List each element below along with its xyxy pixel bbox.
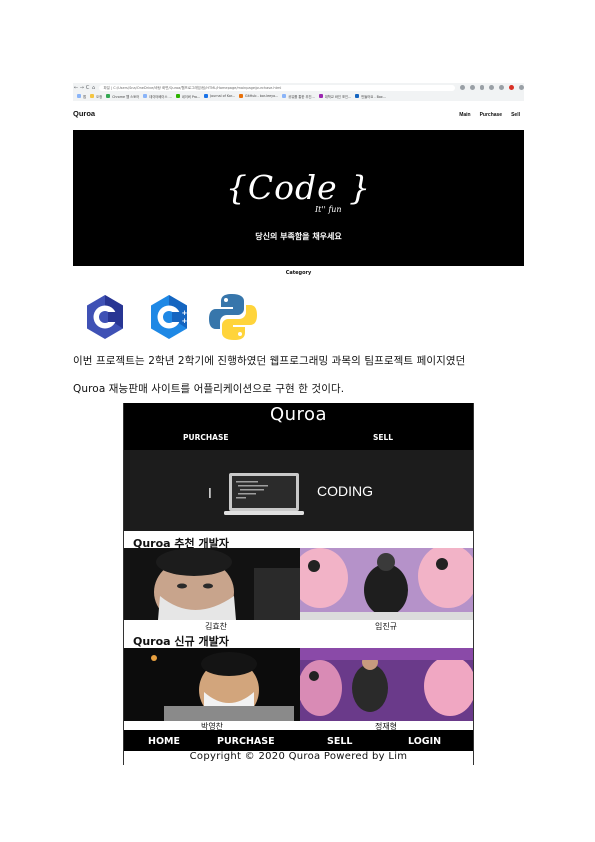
python-logo-icon [209, 294, 257, 340]
bookmark[interactable]: GitHub - bor-leeyo... [239, 94, 278, 98]
tab-sell[interactable]: SELL [373, 433, 393, 442]
bookmark[interactable]: Chrome 웹 스토어 [106, 94, 139, 99]
bookmarks-bar: 앱 오정 Chrome 웹 스토어 데이터베이스 ... 네이버 Pro... … [73, 92, 524, 100]
app-banner: I CODING [124, 450, 473, 531]
github-icon [239, 94, 244, 98]
developer-photo[interactable] [300, 648, 473, 721]
page-icon [318, 94, 323, 98]
cpp-logo-icon: + + [151, 295, 188, 339]
extension-icon[interactable] [469, 85, 475, 90]
bookmark[interactable]: 대학교 바인 포인... [318, 94, 351, 99]
section-title-new: Quroa 신규 개발자 [133, 635, 229, 648]
language-logos: + + [84, 292, 264, 342]
app-bottom-nav: HOME PURCHASE SELL LOGIN [124, 730, 473, 751]
developer-name: 김효찬 [204, 622, 228, 631]
laptop-icon [224, 473, 304, 515]
browser-screenshot: ← → C ⌂ 파일 | C:/Users/Sna/OneDrive/바탕 화면… [73, 83, 524, 276]
svg-text:+: + [182, 317, 188, 325]
copyright-text: Copyright © 2020 Quroa Powered by Lim [189, 751, 408, 762]
profile-avatar[interactable] [509, 85, 515, 90]
bookmark[interactable]: 공유를 통한 추진... [282, 94, 315, 99]
svg-text:+: + [182, 309, 188, 317]
hero-title: {Code } [225, 168, 372, 207]
developer-name: 임진규 [374, 622, 398, 631]
tab-purchase[interactable]: PURCHASE [183, 433, 228, 442]
extension-icon[interactable] [489, 85, 495, 90]
journal-icon [204, 94, 209, 98]
bookmark[interactable]: 데이터베이스 ... [143, 94, 172, 99]
app-header: Quroa PURCHASE SELL [124, 403, 473, 450]
nav-sell[interactable]: Sell [511, 112, 520, 118]
menu-icon[interactable] [519, 85, 524, 90]
bookmark[interactable]: 앱 [77, 94, 86, 99]
page-icon [143, 94, 148, 98]
nav-home[interactable]: HOME [148, 736, 180, 747]
nav-login[interactable]: LOGIN [408, 736, 441, 747]
extension-icon[interactable] [499, 85, 505, 90]
extension-icon[interactable] [479, 85, 485, 90]
hero-banner: {Code } It'' fun 당신의 부족함을 채우세요 [73, 130, 524, 266]
bookmark[interactable]: 만들어요 - Box... [355, 94, 386, 99]
address-bar[interactable]: 파일 | C:/Users/Sna/OneDrive/바탕 화면/Quroa/웹… [99, 84, 455, 91]
developer-photo[interactable] [300, 548, 473, 620]
c-logo-icon [87, 295, 123, 339]
description-line-1: 이번 프로젝트는 2학년 2학기에 진행하였던 웹프로그래밍 과목의 팀프로젝트… [73, 355, 466, 367]
page-icon [282, 94, 287, 98]
banner-coding-text: CODING [317, 483, 373, 499]
folder-icon [90, 94, 95, 98]
nav-purchase[interactable]: Purchase [480, 112, 503, 118]
apps-icon [77, 94, 81, 98]
star-icon[interactable] [459, 85, 465, 90]
hero-subtitle: It'' fun [315, 205, 342, 214]
address-row: ← → C ⌂ 파일 | C:/Users/Sna/OneDrive/바탕 화면… [73, 83, 524, 92]
category-heading: Category [285, 270, 312, 276]
bookmark[interactable]: Journal of Kor... [204, 94, 235, 98]
chrome-store-icon [106, 94, 111, 98]
site-logo[interactable]: Quroa [73, 109, 95, 118]
hero-slogan: 당신의 부족함을 채우세요 [255, 232, 342, 241]
nav-sell[interactable]: SELL [327, 736, 352, 747]
bookmark[interactable]: 네이버 Pro... [175, 94, 200, 99]
nav-main[interactable]: Main [459, 112, 470, 118]
developer-photo[interactable] [124, 548, 300, 620]
description-line-2: Quroa 재능판매 사이트를 어플리케이션으로 구현 한 것이다. [73, 383, 345, 395]
site-nav-links: Main Purchase Sell [459, 112, 520, 118]
developer-photo[interactable] [124, 648, 300, 721]
nav-purchase[interactable]: PURCHASE [217, 736, 275, 747]
browser-chrome: ← → C ⌂ 파일 | C:/Users/Sna/OneDrive/바탕 화면… [73, 83, 524, 101]
bookmark[interactable]: 오정 [90, 94, 102, 99]
home-icon[interactable]: ⌂ [91, 85, 97, 91]
app-screenshot: Quroa PURCHASE SELL I CODING Quroa 추천 개발… [123, 403, 474, 765]
site-navbar: Quroa Main Purchase Sell [73, 103, 524, 127]
app-title: Quroa [269, 404, 328, 425]
banner-i-text: I [208, 487, 212, 502]
page-icon [355, 94, 360, 98]
naver-icon [175, 94, 180, 98]
